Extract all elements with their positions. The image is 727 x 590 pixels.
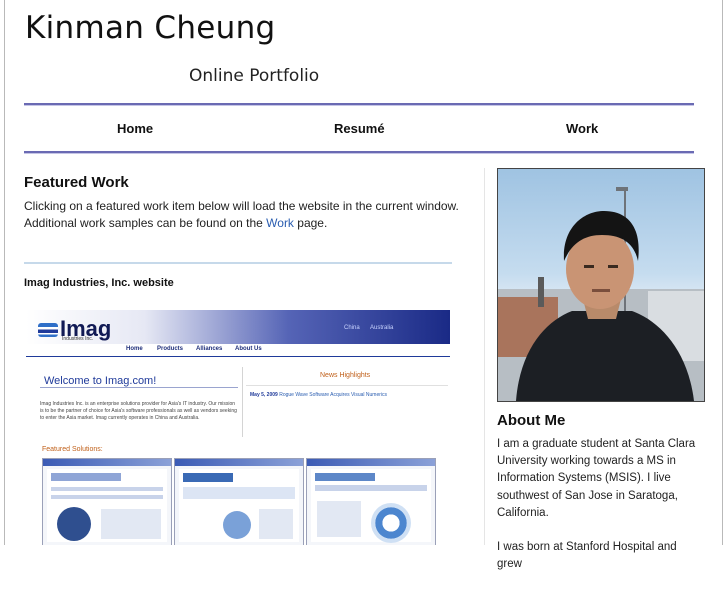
imag-welcome-text: Imag Industries Inc. is an enterprise so… [40,401,237,421]
page-border-left [4,0,5,545]
nav-top-rule [24,103,694,106]
imag-menu-about: About Us [235,346,262,352]
featured-item-title: Imag Industries, Inc. website [24,277,174,289]
imag-column-divider [242,367,243,437]
featured-work-heading: Featured Work [24,174,129,191]
thumbnail-body [47,469,167,542]
work-page-link[interactable]: Work [266,216,294,230]
imag-website-screenshot[interactable]: Imag Industries Inc. China Australia Hom… [24,309,452,545]
imag-menu-alliances: Alliances [196,346,223,352]
solution-thumbnail-2 [174,458,304,545]
intro-text: Clicking on a featured work item below w… [24,199,459,230]
thumbnail-banner [51,473,121,481]
thumbnail-graphic [223,511,251,539]
imag-logo-mark-icon [38,323,58,337]
photo-tower [538,277,544,307]
thumbnail-body [179,469,299,542]
imag-news-date: May 5, 2009 [250,392,278,398]
thumbnail-titlebar [307,459,435,466]
imag-menu-bar: Home Products Alliances About Us [26,344,450,357]
imag-link-australia: Australia [370,325,394,331]
about-me-heading: About Me [497,412,566,429]
nav-resume-link[interactable]: Resumé [334,121,385,136]
thumbnail-line [315,485,427,491]
page-border-right [722,0,723,545]
thumbnail-panel [183,487,295,499]
thumbnail-line [51,495,163,499]
about-paragraph-2: I was born at Stanford Hospital and grew [497,541,677,571]
imag-welcome-underline [40,387,238,388]
imag-menu-home: Home [126,346,143,352]
site-tagline: Online Portfolio [189,66,320,86]
imag-header: Imag Industries Inc. China Australia [26,310,450,344]
photo-mouth [592,289,610,292]
about-paragraph-1: I am a graduate student at Santa Clara U… [497,438,696,519]
thumbnail-panel [317,501,361,537]
thumbnail-titlebar [43,459,171,466]
solution-thumbnail-3 [306,458,436,545]
profile-photo [497,168,705,402]
thumbnail-titlebar [175,459,303,466]
thumbnail-panel [101,509,161,539]
thumbnail-body [311,469,431,543]
imag-logo-subtitle: Industries Inc. [62,336,94,342]
photo-eye-right [608,265,618,268]
imag-welcome-heading: Welcome to Imag.com! [44,375,157,387]
nav-work-link[interactable]: Work [566,121,598,136]
about-me-text: I am a graduate student at Santa Clara U… [497,436,697,590]
imag-news-text: Rogue Wave Software Acquires Visual Nume… [279,392,388,398]
site-title: Kinman Cheung [25,10,276,46]
thumbnail-graphic [57,507,91,541]
imag-menu-products: Products [157,346,184,352]
profile-photo-illustration [498,187,704,401]
intro-text-end: page. [293,216,328,230]
thumbnail-graphic [371,503,411,543]
thumbnail-panel [259,509,293,539]
photo-eye-left [584,265,594,268]
column-divider [484,168,485,545]
solution-thumbnail-1 [42,458,172,545]
imag-news-item: May 5, 2009 Rogue Wave Software Acquires… [250,392,387,398]
thumbnail-banner [183,473,233,482]
imag-region-links: China Australia [344,325,402,331]
featured-intro: Clicking on a featured work item below w… [24,198,464,232]
thumbnail-line [51,487,163,491]
thumbnail-banner [315,473,375,481]
section-divider [24,262,452,264]
photo-lamp-head [616,187,628,191]
nav-bottom-rule [24,151,694,154]
imag-link-china: China [344,325,360,331]
nav-home-link[interactable]: Home [117,121,153,136]
imag-featured-solutions: Featured Solutions: [42,446,103,453]
imag-news-title: News Highlights [320,372,371,379]
imag-news-underline [246,385,448,386]
